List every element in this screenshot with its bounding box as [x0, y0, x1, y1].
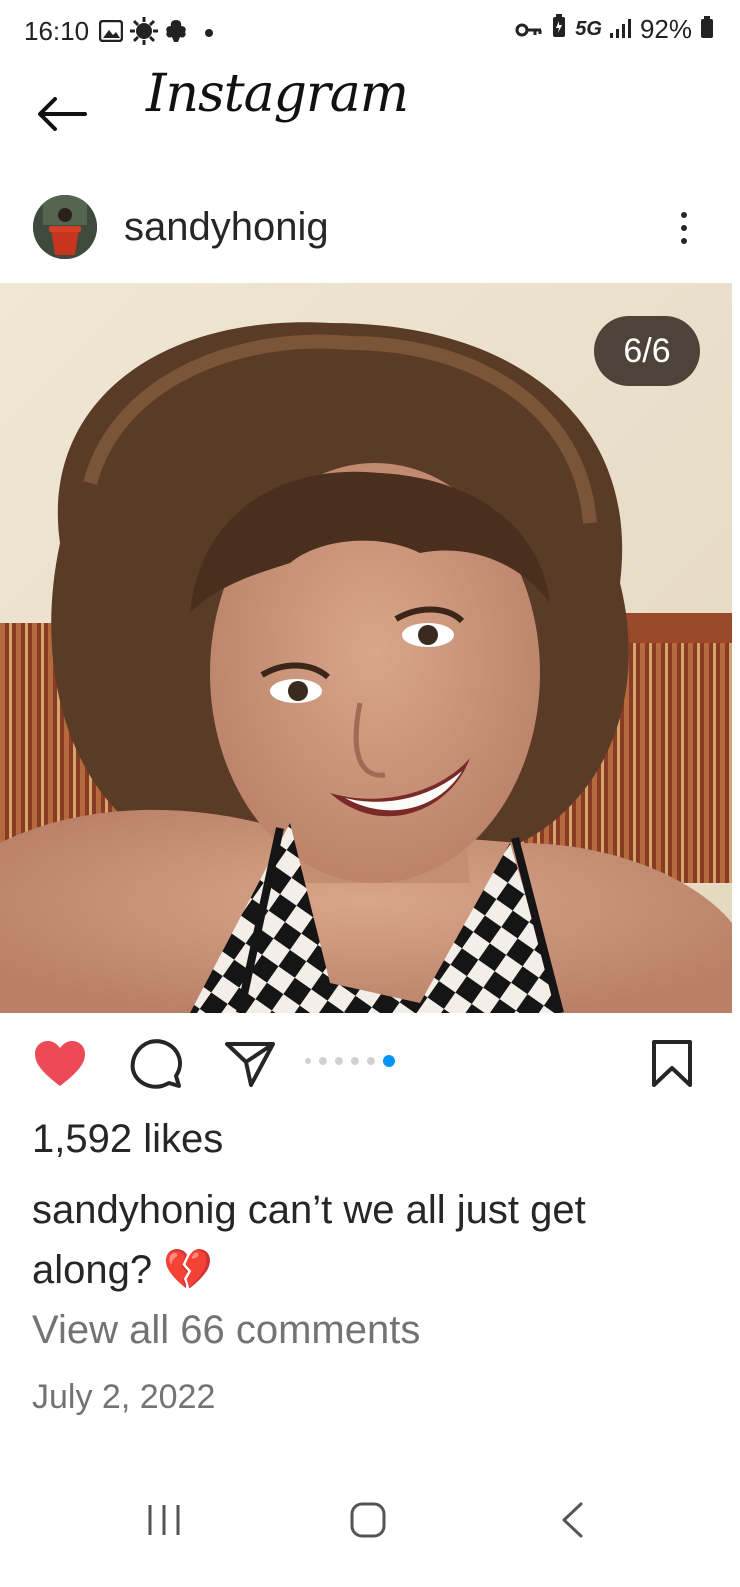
status-indicators: 5G 92% — [515, 14, 714, 45]
save-button[interactable] — [642, 1036, 702, 1092]
carousel-page-counter: 6/6 — [594, 316, 700, 386]
status-bar: 16:10 5G 92% — [0, 0, 740, 66]
more-vertical-icon-dot — [681, 212, 687, 218]
avatar[interactable] — [33, 195, 97, 259]
home-icon — [350, 1502, 386, 1538]
signal-strength-icon — [609, 14, 632, 45]
vpn-key-icon — [515, 14, 543, 45]
caption-username[interactable]: sandyhonig — [32, 1188, 237, 1232]
app-notification-icon — [162, 18, 190, 44]
instagram-logo: Instagram — [146, 64, 409, 124]
avatar-image — [33, 195, 97, 259]
arrow-left-icon — [38, 97, 87, 131]
selfie-photo — [0, 283, 732, 1013]
brightness-icon — [130, 17, 158, 45]
more-vertical-icon-dot — [681, 225, 687, 231]
carousel-dot-active — [383, 1055, 395, 1067]
battery-percent: 92% — [639, 14, 692, 44]
share-button[interactable] — [220, 1036, 280, 1092]
heart-icon — [35, 1041, 85, 1086]
post-date: July 2, 2022 — [32, 1378, 216, 1416]
network-type: 5G — [575, 18, 602, 40]
recent-apps-button[interactable] — [124, 1490, 204, 1550]
chevron-left-icon — [562, 1502, 583, 1538]
carousel-indicator — [305, 1055, 395, 1067]
send-icon — [225, 1042, 275, 1087]
back-button[interactable] — [30, 84, 94, 144]
post-username[interactable]: sandyhonig — [124, 205, 329, 250]
home-button[interactable] — [328, 1490, 408, 1550]
post-photo[interactable] — [0, 283, 732, 1013]
like-button[interactable] — [30, 1036, 90, 1092]
more-vertical-icon-dot — [681, 238, 687, 244]
bookmark-icon — [652, 1040, 692, 1087]
status-time: 16:10 — [24, 16, 90, 46]
more-options-button[interactable] — [664, 204, 704, 252]
carousel-dot — [305, 1058, 311, 1064]
battery-saver-icon — [551, 14, 567, 45]
carousel-dot — [335, 1057, 343, 1065]
comment-icon — [130, 1039, 182, 1089]
post-caption: sandyhonig can’t we all just get along? … — [32, 1180, 712, 1300]
view-all-comments-link[interactable]: View all 66 comments — [32, 1308, 420, 1353]
comment-button[interactable] — [126, 1036, 186, 1092]
carousel-dot — [367, 1057, 375, 1065]
recent-apps-icon — [148, 1505, 180, 1535]
gallery-icon — [98, 18, 124, 44]
system-back-button[interactable] — [532, 1490, 612, 1550]
more-notifications-dot — [205, 29, 213, 37]
likes-count[interactable]: 1,592 likes — [32, 1117, 223, 1162]
battery-icon — [700, 14, 714, 45]
carousel-dot — [319, 1057, 327, 1065]
carousel-dot — [351, 1057, 359, 1065]
